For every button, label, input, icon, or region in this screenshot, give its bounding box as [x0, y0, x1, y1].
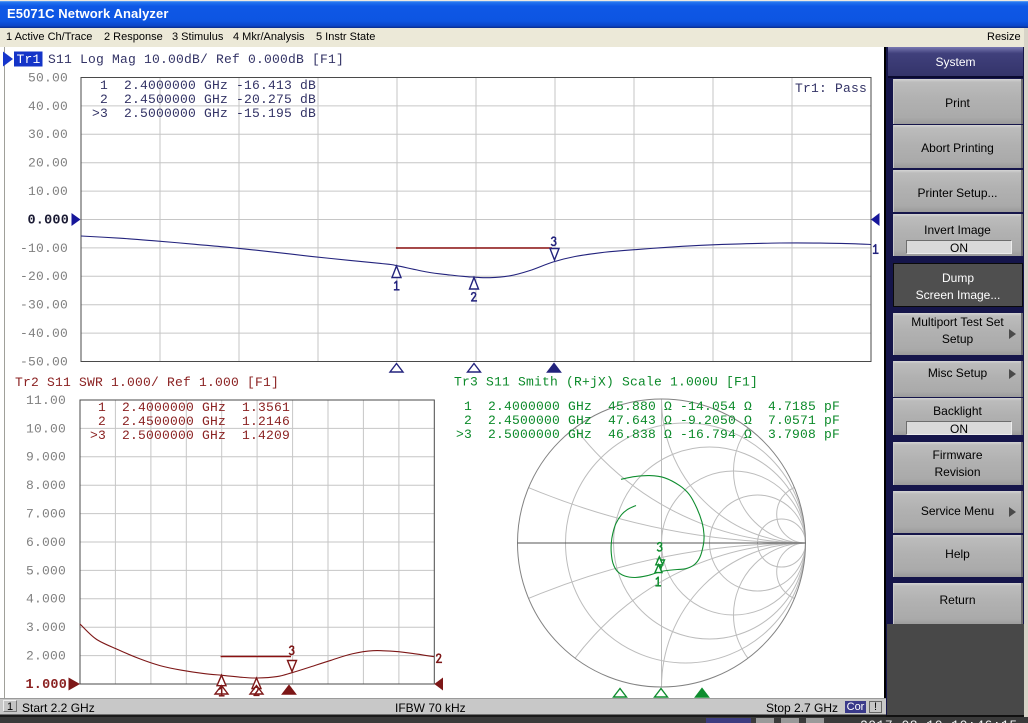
svg-text:1.000: 1.000	[25, 678, 67, 693]
svg-text:>3 2.5000000 GHz -15.195 dB: >3 2.5000000 GHz -15.195 dB	[92, 106, 316, 121]
svg-text:2 2.4500000 GHz 47.643 Ω -9.: 2 2.4500000 GHz 47.643 Ω -9.2050 Ω 7.057…	[448, 413, 840, 428]
svg-text:10.00: 10.00	[26, 421, 66, 436]
svg-text:2 2.4500000 GHz -20.275 dB: 2 2.4500000 GHz -20.275 dB	[92, 92, 316, 107]
svg-text:-30.00: -30.00	[20, 298, 68, 313]
svg-text:1 2.4000000 GHz -16.413 dB: 1 2.4000000 GHz -16.413 dB	[92, 78, 316, 93]
svg-text:3.000: 3.000	[26, 620, 66, 635]
svg-text:0.000: 0.000	[27, 214, 69, 229]
svg-text:10.00: 10.00	[28, 184, 68, 199]
svg-text:2 2.4500000 GHz 1.2146: 2 2.4500000 GHz 1.2146	[90, 414, 290, 429]
svg-text:S11 Log Mag 10.00dB/ Ref 0.000: S11 Log Mag 10.00dB/ Ref 0.000dB [F1]	[48, 52, 344, 67]
svg-text:2.000: 2.000	[26, 649, 66, 664]
svg-text:Tr3 S11 Smith (R+jX) Scale 1.0: Tr3 S11 Smith (R+jX) Scale 1.000U [F1]	[454, 374, 758, 389]
svg-text:40.00: 40.00	[28, 99, 68, 114]
svg-text:>3 2.5000000 GHz 46.838 Ω -1: >3 2.5000000 GHz 46.838 Ω -16.794 Ω 3.79…	[448, 427, 840, 442]
svg-text:8.000: 8.000	[26, 478, 66, 493]
svg-text:-40.00: -40.00	[20, 326, 68, 341]
svg-text:50.00: 50.00	[28, 70, 68, 85]
svg-text:Tr2 S11 SWR 1.000/ Ref 1.000 [: Tr2 S11 SWR 1.000/ Ref 1.000 [F1]	[15, 375, 279, 390]
svg-text:20.00: 20.00	[28, 156, 68, 171]
svg-text:>3 2.5000000 GHz 1.4209: >3 2.5000000 GHz 1.4209	[90, 428, 290, 443]
svg-text:7.000: 7.000	[26, 507, 66, 522]
svg-text:5.000: 5.000	[26, 563, 66, 578]
svg-text:Tr1: Tr1	[17, 52, 41, 67]
svg-text:6.000: 6.000	[26, 535, 66, 550]
svg-text:-50.00: -50.00	[20, 354, 68, 369]
svg-text:1 2.4000000 GHz 45.880 Ω -14: 1 2.4000000 GHz 45.880 Ω -14.054 Ω 4.718…	[448, 399, 840, 414]
svg-text:4.000: 4.000	[26, 592, 66, 607]
svg-text:-10.00: -10.00	[20, 241, 68, 256]
svg-text:-20.00: -20.00	[20, 269, 68, 284]
svg-text:30.00: 30.00	[28, 127, 68, 142]
svg-text:Tr1: Pass: Tr1: Pass	[795, 81, 867, 96]
svg-text:1 2.4000000 GHz 1.3561: 1 2.4000000 GHz 1.3561	[90, 400, 290, 415]
svg-text:11.00: 11.00	[26, 393, 66, 408]
svg-text:9.000: 9.000	[26, 450, 66, 465]
